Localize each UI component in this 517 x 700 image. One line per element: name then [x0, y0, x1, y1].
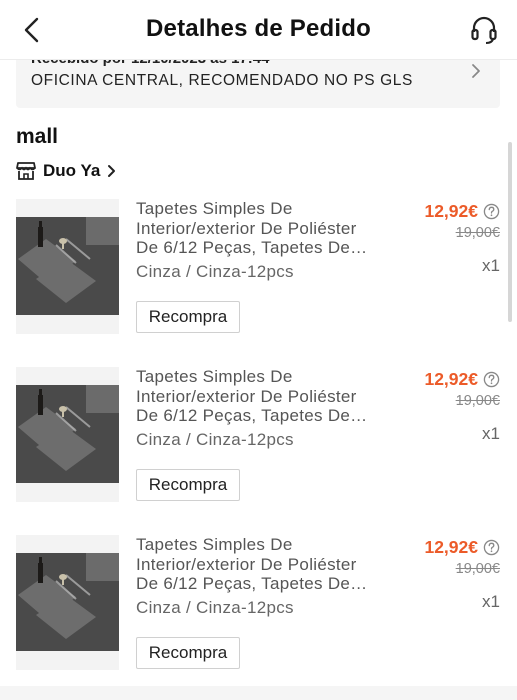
chevron-right-icon — [472, 64, 480, 78]
headset-icon — [471, 16, 497, 44]
page-title: Detalhes de Pedido — [146, 15, 371, 42]
customer-service-button[interactable] — [467, 13, 501, 47]
order-item[interactable]: Tapetes Simples De Interior/exterior De … — [16, 367, 500, 507]
product-variant: Cinza / Cinza-12pcs — [136, 262, 294, 281]
product-title[interactable]: Tapetes Simples De Interior/exterior De … — [136, 535, 371, 594]
store-link[interactable]: Duo Ya — [16, 161, 117, 181]
product-image[interactable] — [16, 535, 119, 670]
current-price: 12,92€ — [424, 369, 478, 389]
product-variant: Cinza / Cinza-12pcs — [136, 598, 294, 617]
rebuy-button[interactable]: Recompra — [136, 469, 240, 501]
order-item[interactable]: Tapetes Simples De Interior/exterior De … — [16, 535, 500, 675]
pickup-point-text: OFICINA CENTRAL, RECOMENDADO NO PS GLS — [31, 72, 413, 89]
section-divider — [0, 686, 517, 700]
rug-product-image — [16, 535, 119, 670]
quantity: x1 — [482, 256, 500, 275]
product-variant: Cinza / Cinza-12pcs — [136, 430, 294, 449]
rebuy-button[interactable]: Recompra — [136, 301, 240, 333]
quantity: x1 — [482, 424, 500, 443]
original-price: 19,00€ — [455, 561, 500, 577]
original-price: 19,00€ — [455, 225, 500, 241]
question-circle-icon[interactable] — [483, 539, 500, 556]
question-circle-icon[interactable] — [483, 203, 500, 220]
product-title[interactable]: Tapetes Simples De Interior/exterior De … — [136, 199, 371, 258]
quantity: x1 — [482, 592, 500, 611]
header-bar: Detalhes de Pedido — [0, 0, 517, 60]
current-price: 12,92€ — [424, 537, 478, 557]
current-price: 12,92€ — [424, 201, 478, 221]
product-image[interactable] — [16, 199, 119, 334]
rug-product-image — [16, 199, 119, 334]
question-circle-icon[interactable] — [483, 371, 500, 388]
rug-product-image — [16, 367, 119, 502]
address-chevron — [468, 60, 484, 82]
product-title[interactable]: Tapetes Simples De Interior/exterior De … — [136, 367, 371, 426]
original-price: 19,00€ — [455, 393, 500, 409]
store-icon — [16, 162, 36, 180]
price-row: 12,92€ — [424, 537, 500, 558]
scrollbar[interactable] — [508, 142, 512, 322]
price-row: 12,92€ — [424, 201, 500, 222]
chevron-right-icon — [108, 165, 116, 177]
store-name: Duo Ya — [43, 161, 101, 180]
price-row: 12,92€ — [424, 369, 500, 390]
rebuy-button[interactable]: Recompra — [136, 637, 240, 669]
product-image[interactable] — [16, 367, 119, 502]
store-type-label: mall — [16, 125, 59, 148]
order-item[interactable]: Tapetes Simples De Interior/exterior De … — [16, 199, 500, 339]
store-section: mall Duo Ya — [16, 125, 500, 180]
